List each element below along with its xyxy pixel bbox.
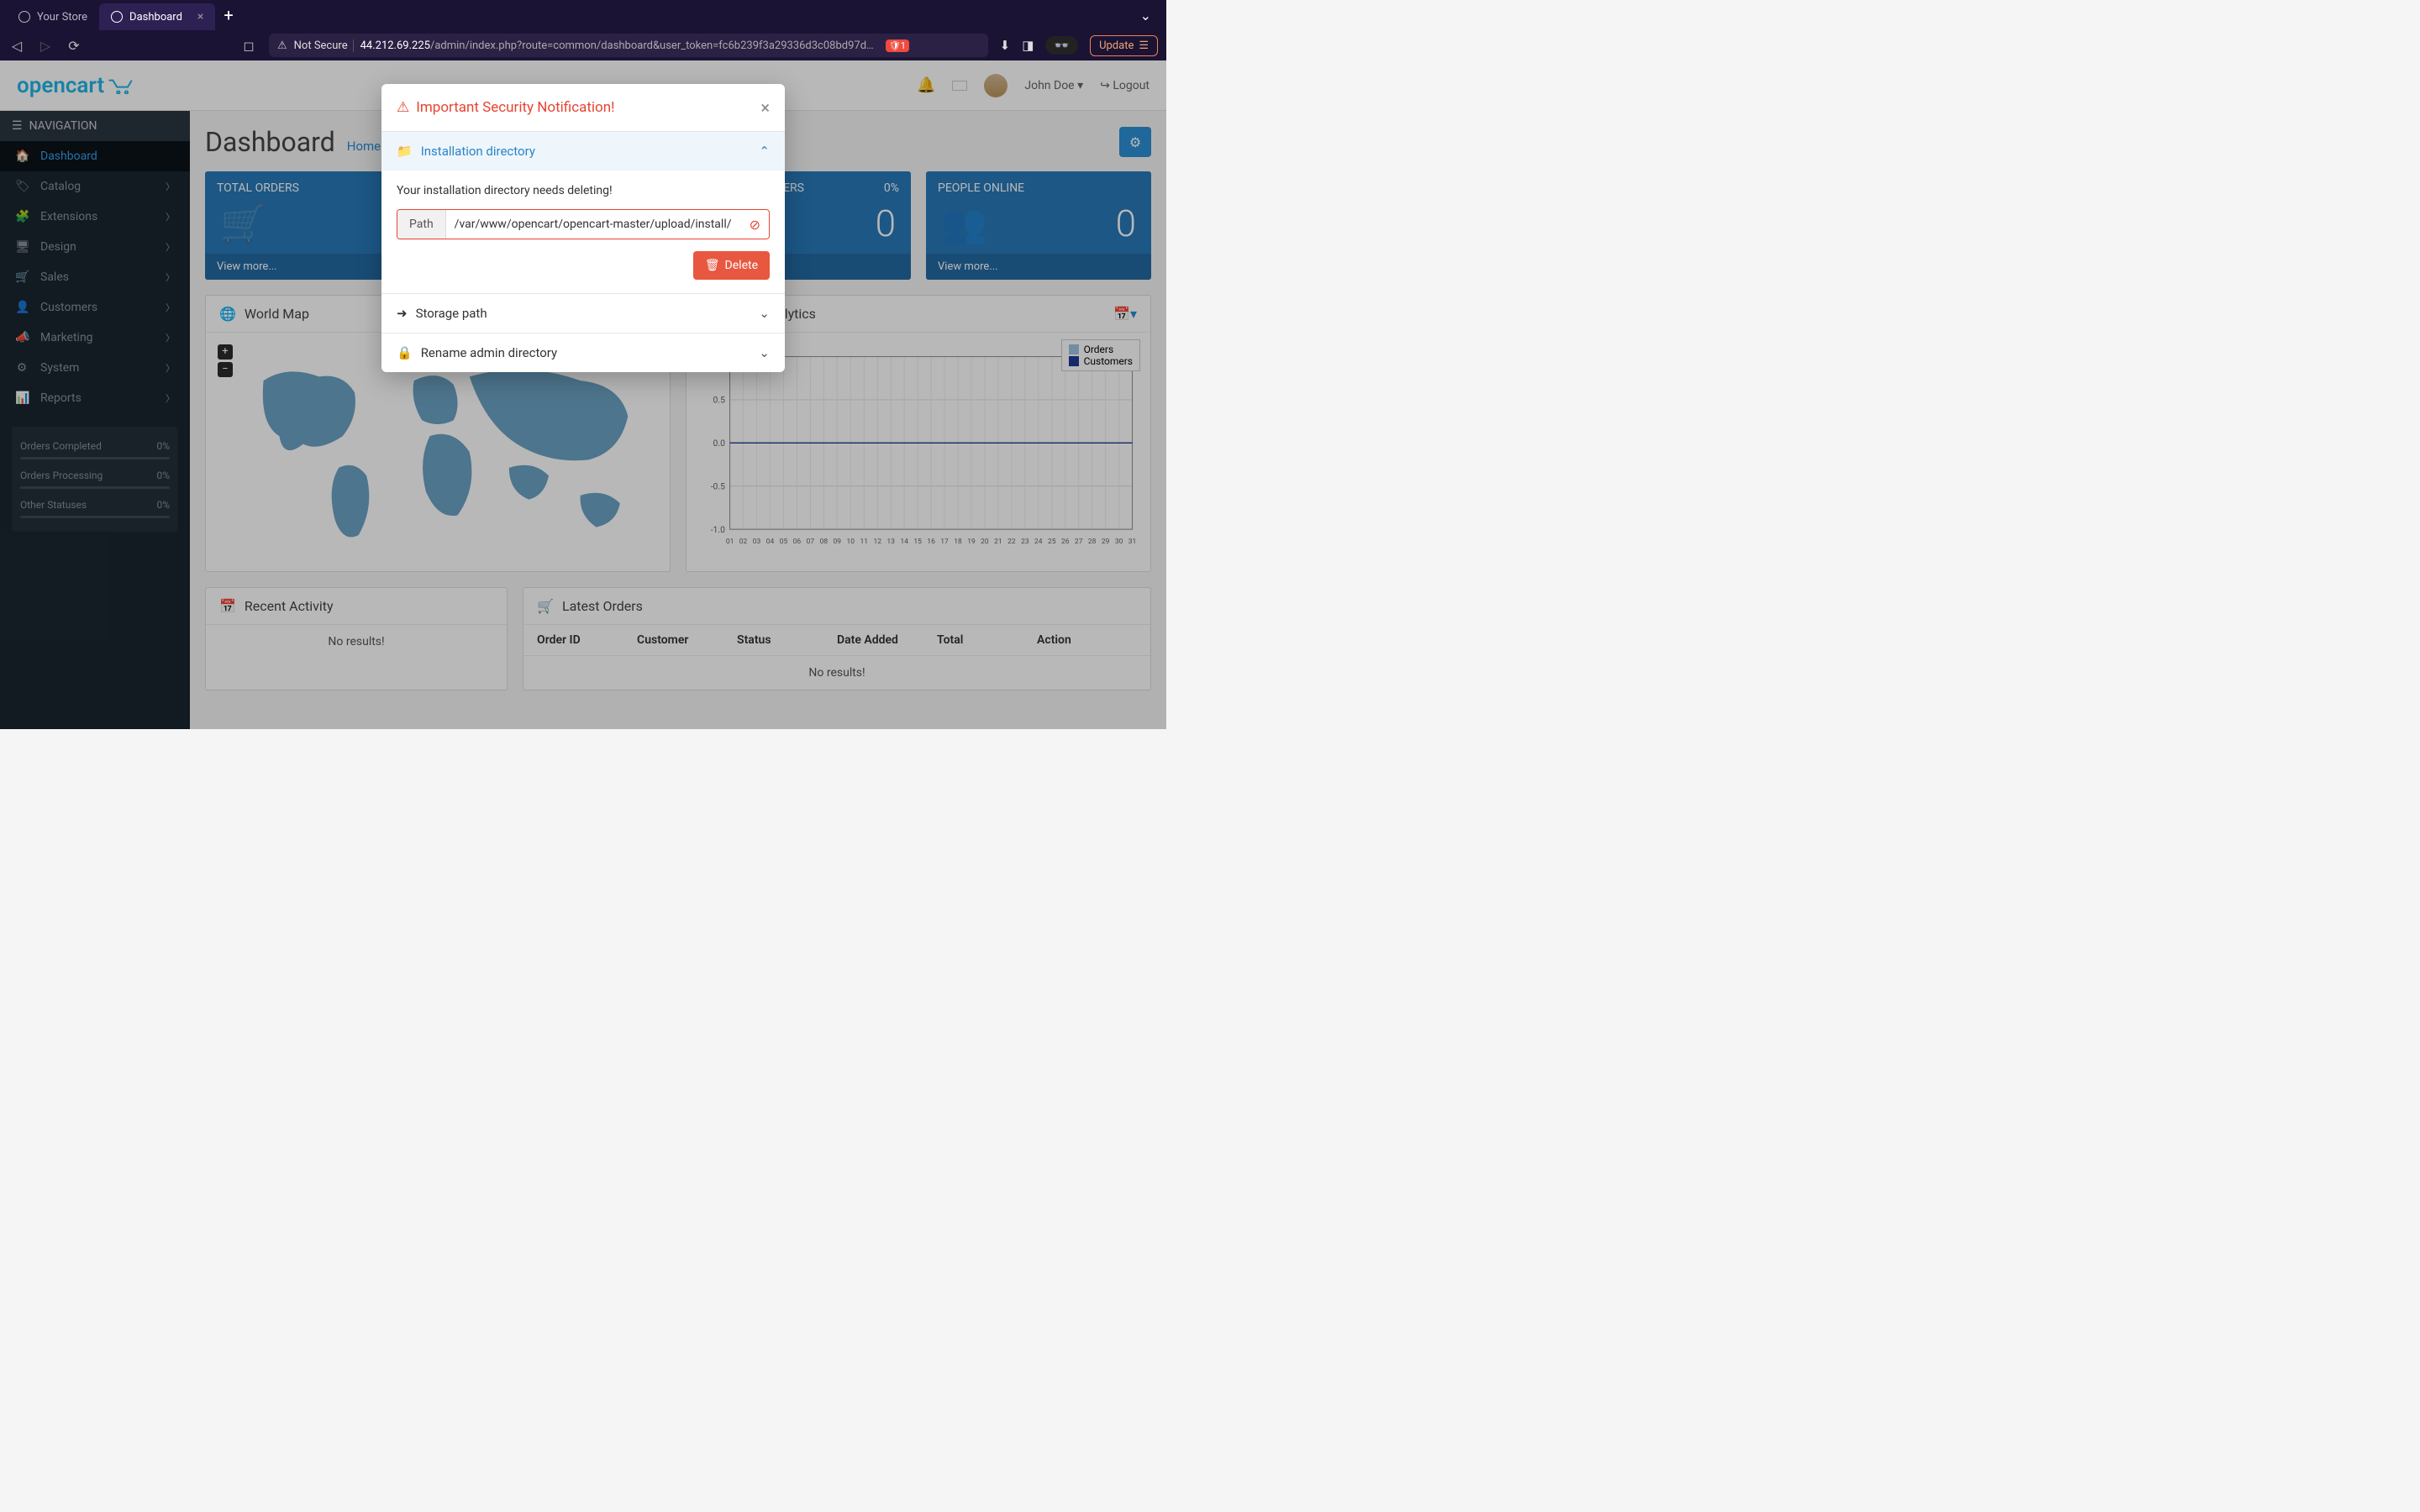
install-message: Your installation directory needs deleti… bbox=[397, 184, 770, 197]
incognito-icon[interactable]: 👓 bbox=[1045, 36, 1078, 55]
tab-your-store[interactable]: Your Store bbox=[7, 3, 99, 30]
address-bar[interactable]: ⚠ Not Secure 44.212.69.225/admin/index.p… bbox=[269, 34, 988, 57]
tab-bar: Your Store Dashboard × + ⌄ bbox=[0, 0, 1166, 30]
lock-icon: 🔒 bbox=[397, 345, 413, 360]
arrow-icon: ➜ bbox=[397, 306, 408, 321]
error-icon: ⊘ bbox=[741, 217, 769, 233]
path-input-group: Path ⊘ bbox=[397, 209, 770, 239]
modal-overlay[interactable]: ⚠ Important Security Notification! × 📁 I… bbox=[0, 60, 1166, 729]
accordion-rename-header[interactable]: 🔒 Rename admin directory ⌄ bbox=[381, 333, 785, 372]
trash-icon: 🗑 bbox=[705, 259, 720, 272]
chevron-up-icon: ⌃ bbox=[759, 144, 770, 159]
tab-label: Your Store bbox=[37, 11, 87, 24]
globe-icon bbox=[18, 11, 30, 23]
security-modal: ⚠ Important Security Notification! × 📁 I… bbox=[381, 84, 785, 372]
path-input[interactable] bbox=[446, 210, 741, 239]
accordion-storage-header[interactable]: ➜ Storage path ⌄ bbox=[381, 294, 785, 333]
chevron-down-icon: ⌄ bbox=[759, 306, 770, 321]
download-icon[interactable]: ⬇ bbox=[1000, 38, 1011, 53]
back-button[interactable]: ◁ bbox=[8, 38, 25, 54]
chevron-down-icon: ⌄ bbox=[759, 345, 770, 360]
warning-icon: ⚠ bbox=[277, 39, 287, 52]
folder-icon: 📁 bbox=[397, 144, 413, 159]
accordion-install-header[interactable]: 📁 Installation directory ⌃ bbox=[381, 132, 785, 171]
forward-button: ▷ bbox=[37, 38, 54, 54]
close-icon[interactable]: × bbox=[760, 97, 770, 118]
close-icon[interactable]: × bbox=[197, 10, 203, 24]
url-bar: ◁ ▷ ⟳ ◻ ⚠ Not Secure 44.212.69.225/admin… bbox=[0, 30, 1166, 60]
reload-button[interactable]: ⟳ bbox=[66, 38, 82, 54]
new-tab-button[interactable]: + bbox=[215, 5, 241, 25]
shield-badge[interactable]: 🛡1 bbox=[886, 39, 909, 52]
tab-label: Dashboard bbox=[129, 11, 182, 24]
tabs-dropdown-icon[interactable]: ⌄ bbox=[1132, 8, 1160, 24]
url-text: 44.212.69.225/admin/index.php?route=comm… bbox=[360, 39, 874, 52]
tab-dashboard[interactable]: Dashboard × bbox=[99, 3, 215, 30]
path-label: Path bbox=[397, 210, 446, 239]
modal-title: ⚠ Important Security Notification! bbox=[397, 99, 615, 116]
not-secure-label: Not Secure bbox=[294, 39, 354, 52]
globe-icon bbox=[111, 11, 123, 23]
browser-chrome: Your Store Dashboard × + ⌄ ◁ ▷ ⟳ ◻ ⚠ Not… bbox=[0, 0, 1166, 60]
menu-icon: ☰ bbox=[1139, 39, 1149, 52]
update-button[interactable]: Update☰ bbox=[1090, 35, 1158, 56]
warning-icon: ⚠ bbox=[397, 99, 409, 116]
panel-icon[interactable]: ◨ bbox=[1022, 38, 1034, 53]
bookmark-icon[interactable]: ◻ bbox=[240, 38, 257, 54]
delete-button[interactable]: 🗑 Delete bbox=[693, 251, 770, 280]
